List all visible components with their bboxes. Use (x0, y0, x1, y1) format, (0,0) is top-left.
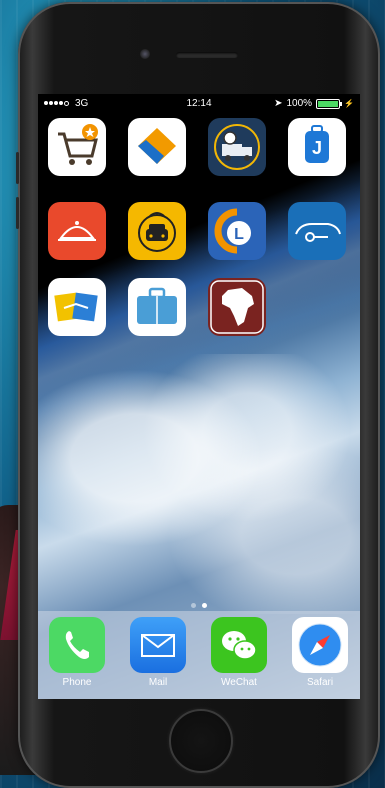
mail-icon[interactable] (130, 617, 186, 673)
phone-top-bezel (18, 2, 380, 94)
wallpaper-clouds (38, 354, 360, 614)
shopping-cart-app-icon[interactable] (48, 118, 106, 176)
africa-map-app-icon[interactable] (208, 278, 266, 336)
battery-area: ➤ 100% ⚡ (274, 98, 354, 109)
page-indicator[interactable] (38, 603, 360, 608)
svg-text:L: L (234, 226, 244, 243)
briefcase-app-icon[interactable] (128, 278, 186, 336)
phone-device: 3G 12:14 ➤ 100% ⚡ J L Phone Mail WeChat … (16, 2, 380, 788)
safari-label: Safari (306, 677, 334, 688)
handshake-cards-app-icon[interactable] (48, 278, 106, 336)
dock-mail[interactable]: Mail (129, 617, 187, 688)
dock-safari[interactable]: Safari (291, 617, 349, 688)
l-logo-app-icon[interactable]: L (208, 202, 266, 260)
battery-icon (316, 98, 343, 109)
page-dot-1 (191, 603, 196, 608)
volume-up-button (16, 152, 19, 184)
delivery-truck-app-icon[interactable] (208, 118, 266, 176)
taxi-app-icon[interactable] (128, 202, 186, 260)
volume-down-button (16, 197, 19, 229)
location-arrow-icon: ➤ (274, 98, 283, 109)
front-camera (140, 49, 150, 59)
status-bar: 3G 12:14 ➤ 100% ⚡ (38, 94, 360, 114)
diamond-orange-app-icon[interactable] (128, 118, 186, 176)
luggage-j-app-icon[interactable]: J (288, 118, 346, 176)
wechat-label: WeChat (221, 677, 257, 688)
charging-icon: ⚡ (344, 99, 354, 108)
home-button[interactable] (169, 709, 233, 773)
dock-wechat[interactable]: WeChat (210, 617, 268, 688)
food-cloche-app-icon[interactable] (48, 202, 106, 260)
mail-label: Mail (148, 677, 168, 688)
dock-phone[interactable]: Phone (48, 617, 106, 688)
safari-icon[interactable] (292, 617, 348, 673)
car-key-app-icon[interactable] (288, 202, 346, 260)
dock: Phone Mail WeChat Safari (38, 611, 360, 699)
phone-icon[interactable] (49, 617, 105, 673)
earpiece-speaker (176, 52, 238, 58)
phone-label: Phone (62, 677, 92, 688)
page-dot-2 (202, 603, 207, 608)
wechat-icon[interactable] (211, 617, 267, 673)
svg-text:J: J (312, 138, 322, 158)
battery-percent: 100% (286, 98, 313, 109)
home-screen: 3G 12:14 ➤ 100% ⚡ J L Phone Mail WeChat … (38, 94, 360, 699)
